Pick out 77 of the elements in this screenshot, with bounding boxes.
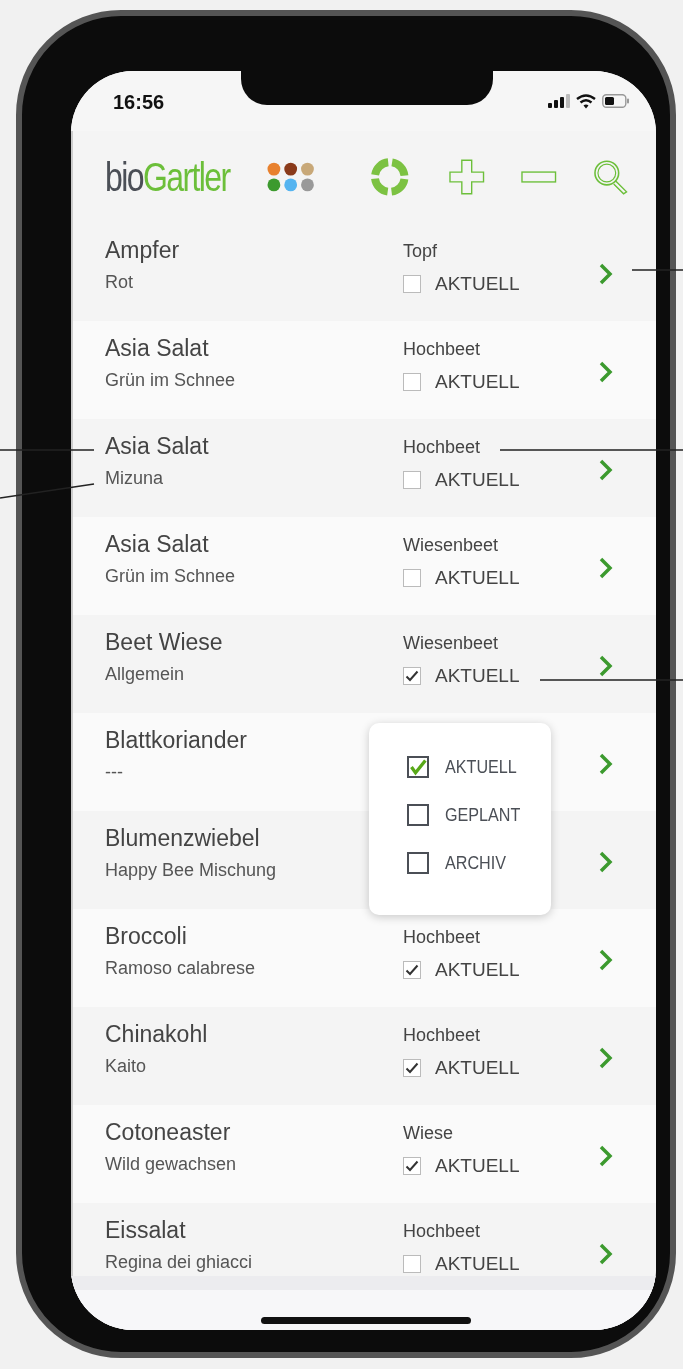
- status-time: 16:56: [113, 90, 165, 114]
- status-label: AKTUELL: [435, 567, 520, 589]
- checkbox[interactable]: [403, 471, 421, 489]
- chevron-right-icon[interactable]: [599, 361, 613, 383]
- plant-name: Broccoli: [105, 923, 188, 950]
- bed-location: Wiesenbeet: [403, 535, 499, 556]
- bed-location: Topf: [403, 241, 438, 262]
- plant-variety: Ramoso calabrese: [105, 958, 257, 979]
- chevron-right-icon[interactable]: [599, 851, 613, 873]
- minus-icon[interactable]: [521, 171, 557, 183]
- plant-variety: ---: [105, 762, 124, 783]
- plant-name: Asia Salat: [105, 531, 210, 558]
- plant-name: Chinakohl: [105, 1021, 209, 1048]
- plant-name: Blattkoriander: [105, 727, 248, 754]
- checkbox[interactable]: [403, 1157, 421, 1175]
- status-label: AKTUELL: [435, 273, 520, 295]
- status-label: AKTUELL: [435, 959, 520, 981]
- plant-name: Asia Salat: [105, 433, 210, 460]
- leader-line: [631, 269, 683, 271]
- plant-name: Ampfer: [105, 237, 181, 264]
- bed-location: Hochbeet: [403, 1025, 481, 1046]
- status-label: AKTUELL: [435, 1155, 520, 1177]
- plant-name: Cotoneaster: [105, 1119, 232, 1146]
- checkbox[interactable]: [403, 1059, 421, 1077]
- plant-name: Beet Wiese: [105, 629, 224, 656]
- filter-option[interactable]: AKTUELL: [445, 756, 517, 778]
- checkbox[interactable]: [407, 756, 429, 778]
- signal-icon: [548, 94, 570, 108]
- chevron-right-icon[interactable]: [599, 459, 613, 481]
- status-label: AKTUELL: [435, 1057, 520, 1079]
- battery-icon: [602, 94, 630, 108]
- plant-variety: Allgemein: [105, 664, 186, 685]
- plus-icon[interactable]: [449, 159, 485, 195]
- plant-variety: Kaito: [105, 1056, 148, 1077]
- chevron-right-icon[interactable]: [599, 1047, 613, 1069]
- checkbox[interactable]: [403, 667, 421, 685]
- chevron-right-icon[interactable]: [599, 1243, 613, 1265]
- chevron-right-icon[interactable]: [599, 949, 613, 971]
- checkbox[interactable]: [407, 852, 429, 874]
- plant-name: Asia Salat: [105, 335, 210, 362]
- bed-location: Wiesenbeet: [403, 633, 499, 654]
- app-logo: bioGartler: [105, 154, 230, 200]
- plant-variety: Mizuna: [105, 468, 165, 489]
- plant-variety: Grün im Schnee: [105, 566, 237, 587]
- bed-location: Hochbeet: [403, 927, 481, 948]
- bed-location: Hochbeet: [403, 1221, 481, 1242]
- checkbox[interactable]: [403, 569, 421, 587]
- plant-variety: Happy Bee Mischung: [105, 860, 278, 881]
- filter-option[interactable]: GEPLANT: [445, 804, 521, 826]
- checkbox[interactable]: [407, 804, 429, 826]
- chevron-right-icon[interactable]: [599, 753, 613, 775]
- chevron-right-icon[interactable]: [599, 557, 613, 579]
- plant-name: Eissalat: [105, 1217, 187, 1244]
- plant-name: Blumenzwiebel: [105, 825, 261, 852]
- bed-location: Hochbeet: [403, 339, 481, 360]
- filter-option[interactable]: ARCHIV: [445, 852, 507, 874]
- checkbox[interactable]: [403, 373, 421, 391]
- ring-icon[interactable]: [370, 157, 410, 197]
- status-label: AKTUELL: [435, 469, 520, 491]
- chevron-right-icon[interactable]: [599, 1145, 613, 1167]
- chevron-right-icon[interactable]: [599, 263, 613, 285]
- search-icon[interactable]: [592, 159, 628, 195]
- status-label: AKTUELL: [435, 665, 520, 687]
- checkbox[interactable]: [403, 1255, 421, 1273]
- bed-location: Hochbeet: [403, 437, 481, 458]
- color-dots-icon[interactable]: [266, 162, 314, 192]
- chevron-right-icon[interactable]: [599, 655, 613, 677]
- plant-variety: Grün im Schnee: [105, 370, 237, 391]
- plant-variety: Rot: [105, 272, 134, 293]
- checkbox[interactable]: [403, 275, 421, 293]
- bed-location: Wiese: [403, 1123, 453, 1144]
- checkbox[interactable]: [403, 961, 421, 979]
- status-label: AKTUELL: [435, 371, 520, 393]
- plant-variety: Regina dei ghiacci: [105, 1252, 254, 1273]
- plant-variety: Wild gewachsen: [105, 1154, 238, 1175]
- status-label: AKTUELL: [435, 1253, 520, 1275]
- wifi-icon: [576, 93, 596, 109]
